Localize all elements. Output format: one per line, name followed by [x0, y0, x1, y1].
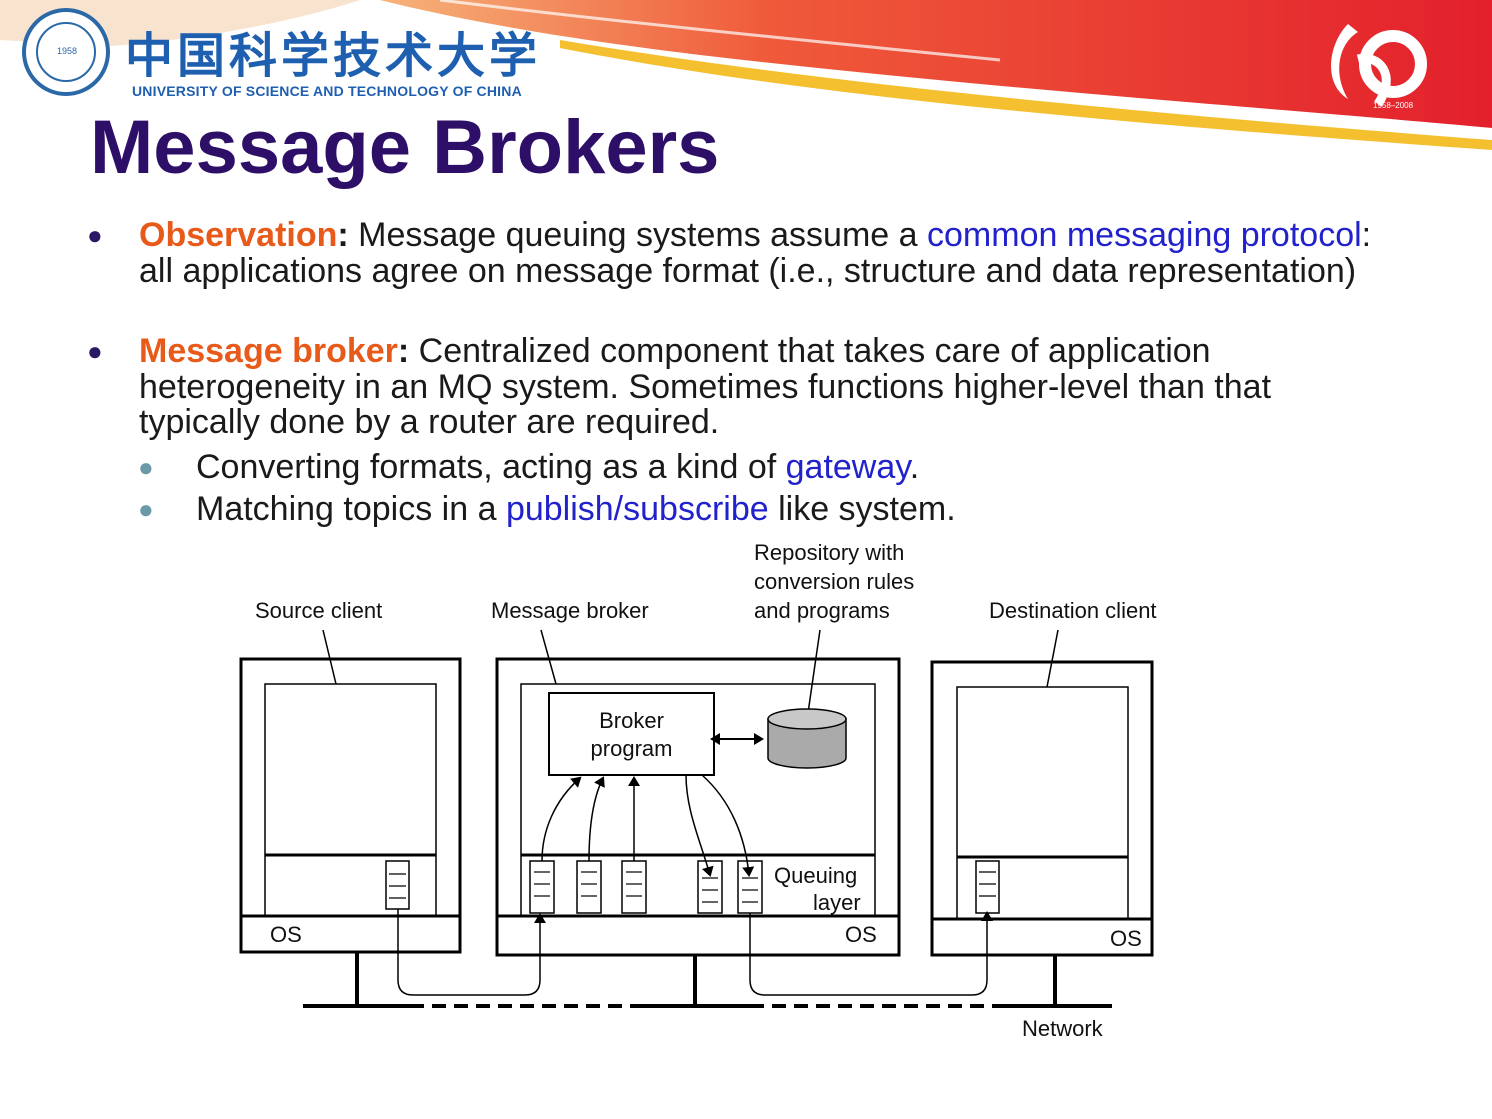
gateway-link: gateway: [785, 448, 910, 486]
label-broker-program-line2: program: [590, 736, 673, 761]
bullet-dot: ●: [87, 336, 103, 366]
bullet-observation: ● Observation: Message queuing systems as…: [87, 216, 1399, 289]
message-broker-sep: :: [397, 332, 410, 370]
observation-term: Observation: [139, 216, 338, 254]
university-name-en: UNIVERSITY OF SCIENCE AND TECHNOLOGY OF …: [132, 83, 522, 99]
source-client-box: [239, 657, 462, 954]
queue-broker-out-2: [737, 860, 763, 914]
matching-text2: like system.: [768, 490, 956, 528]
label-queuing-layer-line2: layer: [813, 890, 861, 915]
bullet-dot: ●: [87, 220, 103, 250]
queues: [385, 860, 1000, 914]
observation-link: common messaging protocol: [927, 216, 1362, 254]
observation-sep: :: [337, 216, 349, 254]
queue-source: [385, 860, 410, 910]
observation-text1: Message queuing systems assume a: [348, 216, 928, 254]
queue-broker-in-1: [529, 860, 555, 914]
label-message-broker: Message broker: [491, 598, 649, 623]
university-seal-logo: 1958: [22, 8, 110, 96]
label-repository-line1: Repository with: [754, 540, 905, 565]
subbullet-converting: ● Converting formats, acting as a kind of…: [138, 447, 920, 487]
message-broker-term: Message broker: [139, 332, 398, 370]
label-repository-line2: conversion rules: [754, 569, 915, 594]
matching-text1: Matching topics in a: [196, 490, 506, 528]
slide-title: Message Brokers: [90, 105, 720, 190]
network: [303, 952, 1112, 1008]
repository-cylinder: [767, 708, 847, 769]
publish-subscribe-link: publish/subscribe: [505, 490, 769, 528]
converting-text1: Converting formats, acting as a kind of: [196, 448, 786, 486]
seal-year: 1958: [57, 46, 78, 56]
label-destination-client: Destination client: [989, 598, 1157, 623]
anniversary-emblem: 1958–2008: [1331, 24, 1427, 110]
label-os-destination: OS: [1110, 926, 1142, 951]
anniversary-text: 1958–2008: [1373, 101, 1414, 110]
label-repository-line3: and programs: [754, 598, 890, 623]
queue-broker-in-2: [576, 860, 602, 914]
label-os-source: OS: [270, 922, 302, 947]
bullet-message-broker: ● Message broker: Centralized component t…: [87, 332, 1399, 441]
queue-broker-in-3: [621, 860, 647, 914]
subbullet-dot: ●: [138, 494, 154, 524]
label-broker-program-line1: Broker: [599, 708, 664, 733]
label-network: Network: [1022, 1016, 1103, 1041]
label-queuing-layer-line1: Queuing: [774, 863, 858, 888]
converting-text2: .: [909, 448, 920, 486]
label-os-broker: OS: [845, 922, 877, 947]
subbullet-matching: ● Matching topics in a publish/subscribe …: [138, 489, 956, 529]
university-name-cn: 中国科学技术大学: [125, 28, 542, 84]
destination-client-box: [930, 660, 1154, 957]
subbullet-dot: ●: [138, 452, 154, 482]
queue-destination: [975, 860, 1000, 914]
label-source-client: Source client: [255, 598, 383, 623]
queue-broker-out-1: [697, 860, 723, 914]
